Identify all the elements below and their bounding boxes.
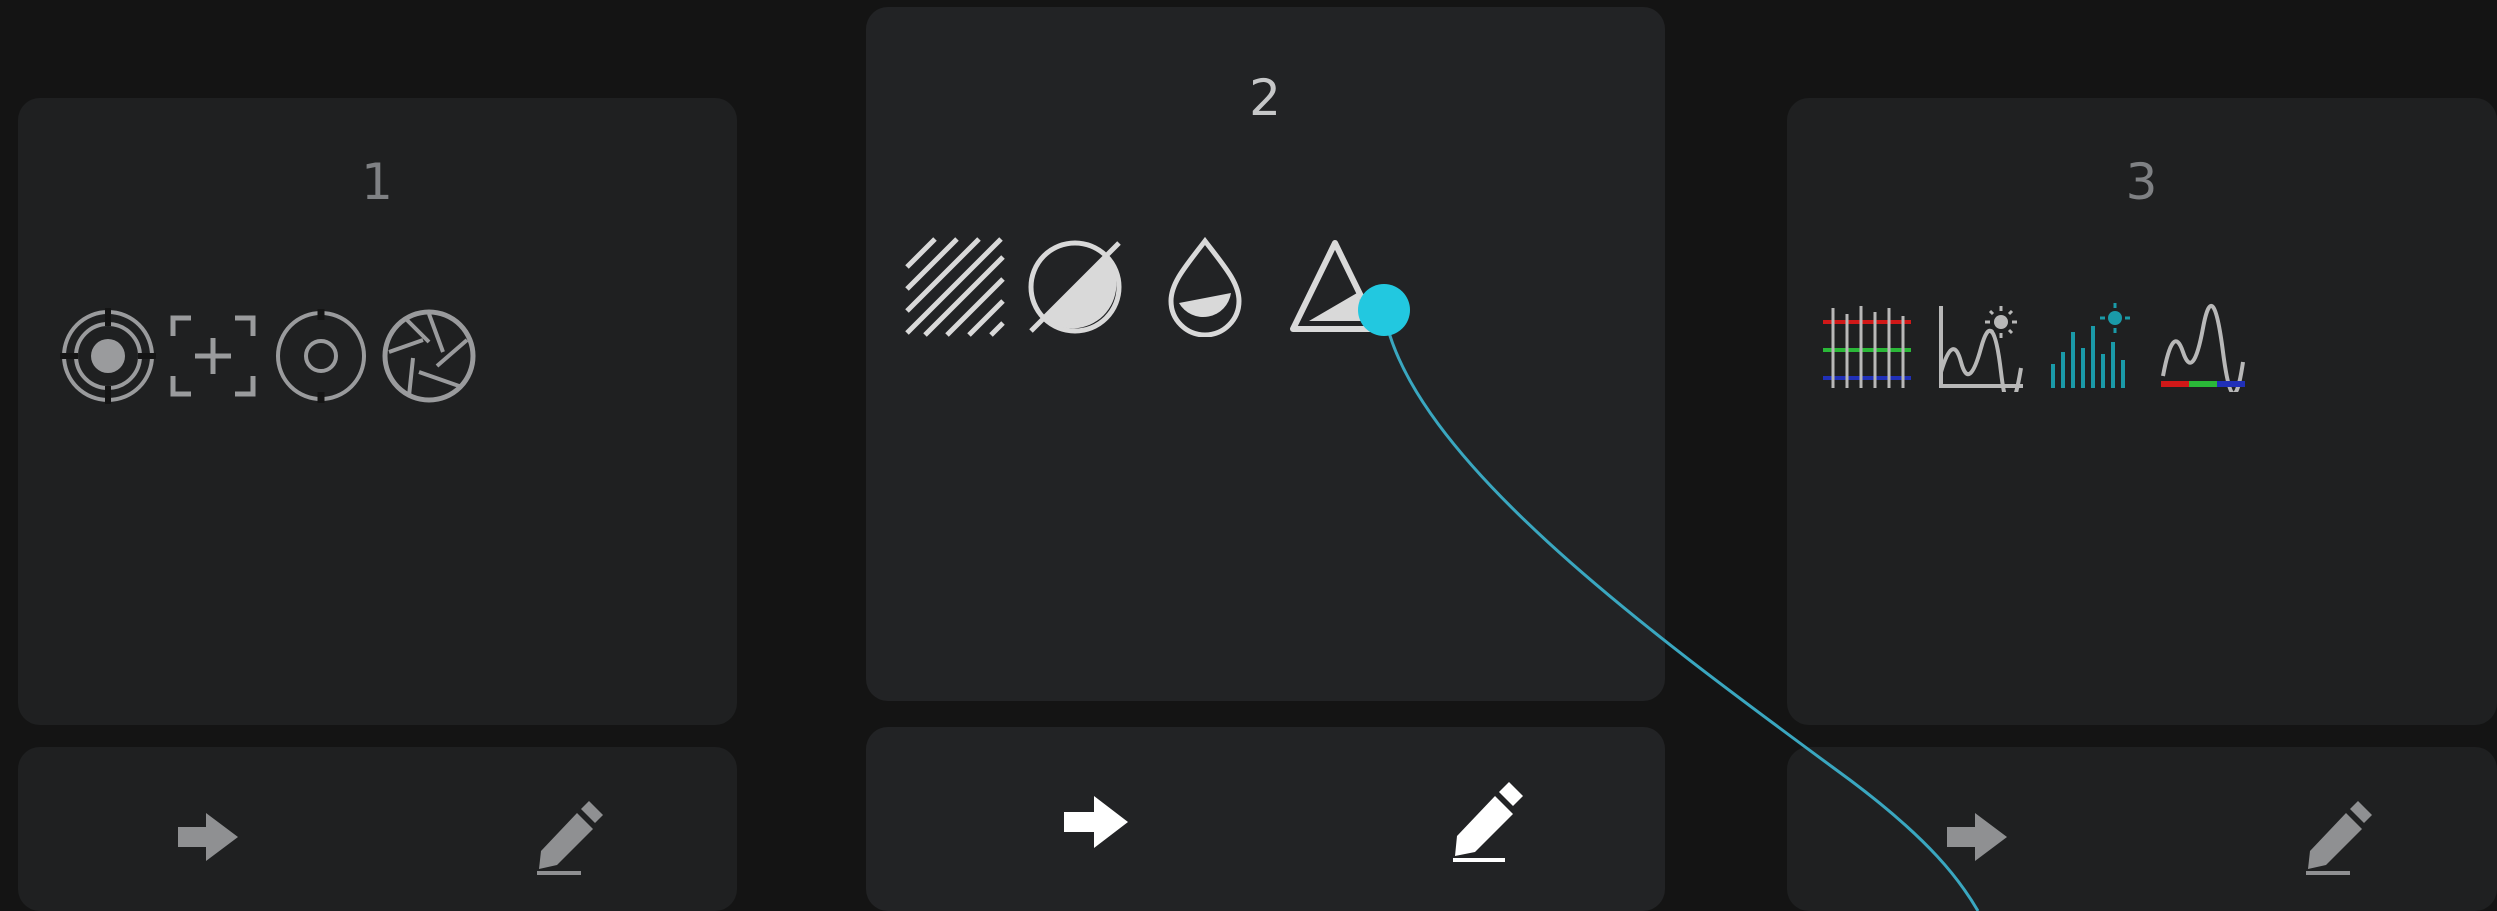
edit-pencil-icon — [2306, 801, 2372, 875]
triangle-exposure-icon[interactable] — [1287, 237, 1383, 337]
forward-arrow-icon — [1947, 813, 2007, 861]
target-rings-icon[interactable] — [58, 306, 158, 406]
edit-button[interactable] — [2287, 787, 2387, 887]
card-3-actions — [1787, 747, 2497, 911]
edit-button[interactable] — [518, 787, 618, 887]
card-2-actions — [866, 727, 1665, 911]
edit-button[interactable] — [1436, 771, 1536, 871]
edit-pencil-icon — [1453, 782, 1523, 862]
forward-button[interactable] — [158, 797, 258, 877]
edit-pencil-icon — [537, 801, 603, 875]
card-2[interactable]: 2 — [866, 7, 1665, 701]
curve-sun-icon[interactable] — [1935, 302, 2025, 392]
water-drop-icon[interactable] — [1165, 237, 1245, 337]
card-1[interactable]: 1 — [18, 98, 737, 725]
forward-button[interactable] — [1046, 777, 1146, 867]
rgb-waveform-icon[interactable] — [2159, 302, 2249, 392]
card-1-actions — [18, 747, 737, 911]
forward-button[interactable] — [1927, 797, 2027, 877]
forward-arrow-icon — [1064, 796, 1128, 848]
focus-plus-icon[interactable] — [163, 306, 263, 406]
hatch-pattern-icon[interactable] — [905, 237, 1005, 337]
rgb-levels-icon[interactable] — [1823, 302, 1913, 392]
card-number: 2 — [1249, 69, 1282, 127]
card-number: 1 — [361, 153, 394, 211]
aperture-icon[interactable] — [379, 306, 479, 406]
card-number: 3 — [2125, 153, 2159, 211]
histogram-sun-icon[interactable] — [2047, 302, 2137, 392]
card-3[interactable]: 3 — [1787, 98, 2497, 725]
half-moon-slash-icon[interactable] — [1025, 237, 1125, 337]
forward-arrow-icon — [178, 813, 238, 861]
ring-dot-icon[interactable] — [271, 306, 371, 406]
